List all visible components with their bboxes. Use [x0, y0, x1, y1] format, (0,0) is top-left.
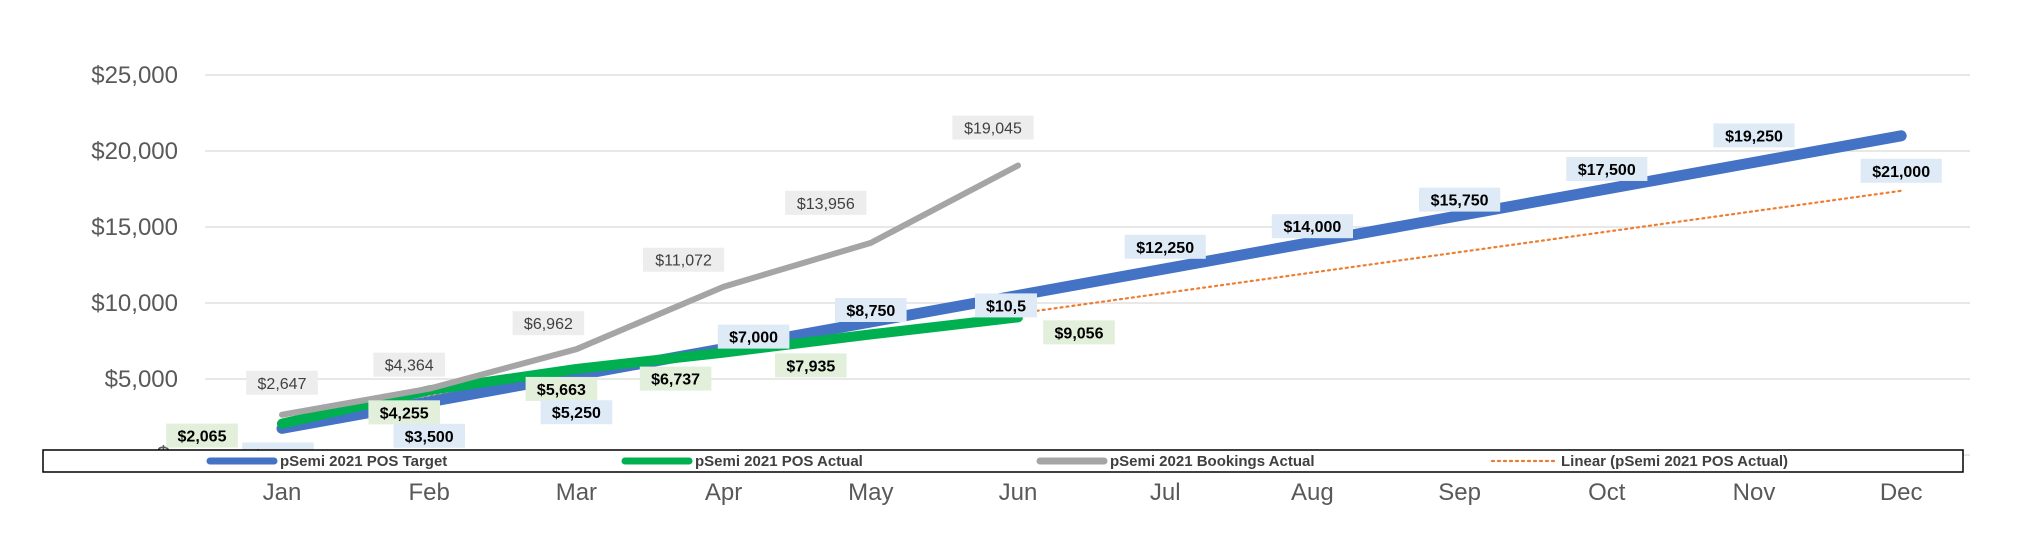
y-tick-label: $25,000 [91, 62, 178, 89]
data-label-actual-group: $2,065 [166, 423, 238, 448]
data-label-target-group: $21,000 [1860, 158, 1942, 183]
data-label-bookings-group: $19,045 [952, 115, 1034, 140]
y-tick-label: $10,000 [91, 290, 178, 317]
data-label-target-group: $8,750 [835, 298, 907, 322]
data-label-target-group: $19,250 [1713, 123, 1795, 148]
data-label-bookings: $11,072 [655, 253, 712, 270]
y-tick-label: $20,000 [91, 138, 178, 165]
x-tick-label: Aug [1291, 479, 1334, 506]
x-tick-label: Sep [1438, 479, 1481, 506]
data-label-bookings: $19,045 [964, 121, 1022, 138]
data-label-actual: $4,255 [380, 405, 429, 422]
data-label-actual-group: $7,935 [775, 353, 847, 378]
x-tick-label: Jul [1150, 479, 1181, 506]
legend-label-trendline: Linear (pSemi 2021 POS Actual) [1561, 453, 1788, 470]
x-tick-label: Dec [1880, 479, 1923, 506]
legend-label-actual: pSemi 2021 POS Actual [695, 453, 863, 470]
chart-svg: $-$5,000$10,000$15,000$20,000$25,000 Jan… [42, 62, 1970, 506]
data-label-actual-group: $9,056 [1043, 320, 1115, 345]
data-label-actual-group: $5,663 [525, 376, 598, 401]
data-label-actual: $7,935 [786, 358, 835, 375]
data-label-actual: $5,663 [537, 382, 586, 399]
y-axis: $-$5,000$10,000$15,000$20,000$25,000 [91, 62, 178, 469]
x-tick-label: Jun [999, 479, 1038, 506]
data-label-target: $15,750 [1431, 193, 1489, 210]
y-tick-label: $5,000 [105, 366, 178, 393]
chart: $-$5,000$10,000$15,000$20,000$25,000 Jan… [0, 0, 2020, 542]
data-label-target-group: $14,000 [1271, 214, 1353, 239]
data-label-target: $14,000 [1283, 219, 1341, 236]
data-label-actual: $6,737 [651, 372, 700, 389]
y-tick-label: $15,000 [91, 214, 178, 241]
x-tick-label: Oct [1588, 479, 1626, 506]
data-label-bookings-group: $4,364 [373, 352, 445, 377]
data-label-bookings: $6,962 [524, 316, 573, 333]
data-label-bookings: $4,364 [385, 358, 434, 375]
data-label-bookings: $13,956 [797, 196, 855, 213]
series-lines [276, 130, 1907, 434]
data-label-target: $7,000 [729, 330, 778, 347]
data-label-target-group: $17,500 [1566, 157, 1648, 181]
x-tick-label: Nov [1733, 479, 1776, 506]
data-label-target-group: $7,000 [717, 324, 790, 349]
x-tick-label: Apr [705, 479, 742, 506]
data-label-bookings-group: $11,072 [643, 247, 725, 272]
data-label-target-group: $3,500 [393, 423, 465, 448]
legend-label-target: pSemi 2021 POS Target [280, 453, 447, 470]
data-label-actual: $9,056 [1055, 325, 1104, 342]
legend: pSemi 2021 POS Target pSemi 2021 POS Actu… [42, 449, 1964, 473]
data-label-target-group: $15,750 [1419, 187, 1501, 212]
data-label-target-group: $5,250 [540, 400, 613, 425]
data-label-bookings-group: $6,962 [512, 311, 585, 336]
data-label-actual-group: $6,737 [639, 366, 712, 391]
data-label-target: $19,250 [1725, 128, 1783, 145]
data-label-actual: $2,065 [178, 429, 227, 446]
legend-label-bookings: pSemi 2021 Bookings Actual [1110, 453, 1315, 470]
data-label-target: $3,500 [405, 429, 454, 446]
x-axis: Jan Feb Mar Apr May Jun Jul Aug Sep Oct Nov Dec [263, 479, 1923, 506]
x-tick-label: Mar [556, 479, 597, 506]
data-label-bookings-group: $2,647 [246, 370, 318, 395]
x-tick-label: Jan [263, 479, 302, 506]
data-label-bookings-group: $13,956 [785, 190, 867, 215]
x-tick-label: May [848, 479, 893, 506]
data-label-target-group: $12,250 [1124, 234, 1206, 259]
data-label-target: $8,750 [846, 303, 895, 320]
data-label-target: $10,5 [986, 298, 1026, 315]
data-label-target-group: $10,5 [975, 293, 1037, 318]
data-label-actual-group: $4,255 [368, 400, 440, 425]
x-tick-label: Feb [409, 479, 450, 506]
data-label-target: $21,000 [1872, 164, 1930, 181]
data-label-bookings: $2,647 [258, 376, 307, 393]
series-line-target [276, 130, 1907, 434]
data-label-target: $17,500 [1578, 162, 1636, 179]
data-label-target: $12,250 [1136, 240, 1194, 257]
data-label-target: $5,250 [552, 405, 601, 422]
